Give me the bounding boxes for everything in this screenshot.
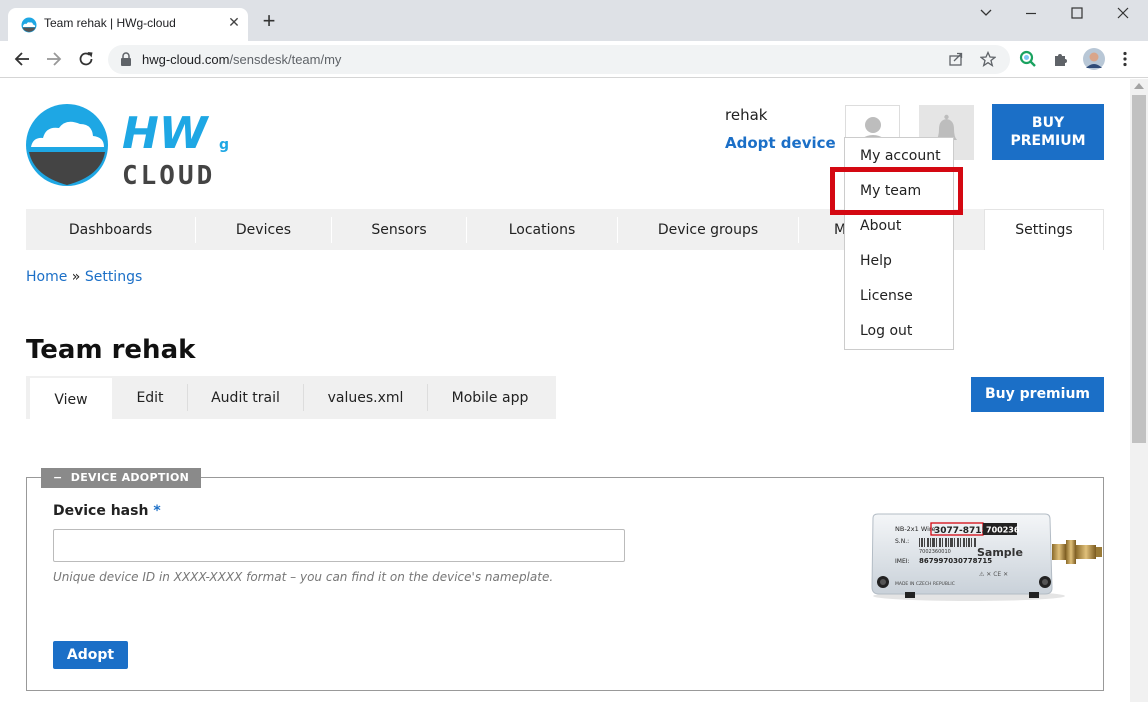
maximize-icon[interactable] — [1054, 0, 1100, 28]
browser-tab[interactable]: Team rehak | HWg-cloud ✕ — [8, 8, 248, 41]
device-hash-label: Device hash * — [53, 503, 161, 519]
tab-title: Team rehak | HWg-cloud — [44, 16, 176, 30]
menu-item-help[interactable]: Help — [860, 253, 892, 269]
sub-tabs: View Edit Audit trail values.xml Mobile … — [26, 376, 556, 419]
hwg-favicon-icon — [21, 17, 37, 33]
tab-values-xml[interactable]: values.xml — [304, 376, 427, 419]
tab-mobile-app[interactable]: Mobile app — [428, 376, 552, 419]
tab-view[interactable]: View — [28, 376, 114, 419]
required-marker: * — [153, 503, 161, 519]
profile-avatar-icon[interactable] — [1083, 48, 1105, 70]
share-icon[interactable] — [948, 51, 964, 67]
adopt-button[interactable]: Adopt — [53, 641, 128, 669]
tab-search-icon[interactable] — [964, 0, 1010, 28]
nav-sensors[interactable]: Sensors — [332, 209, 466, 250]
scroll-up-arrow-icon[interactable] — [1134, 83, 1144, 89]
breadcrumb-settings-link[interactable]: Settings — [85, 269, 142, 285]
device-adoption-fieldset: − DEVICE ADOPTION Device hash * Unique d… — [26, 468, 1104, 691]
device-id-text: 700236 — [986, 526, 1020, 535]
device-adoption-legend[interactable]: − DEVICE ADOPTION — [41, 468, 202, 488]
device-model-text: NB-2x1 Wire — [895, 525, 935, 533]
close-window-icon[interactable] — [1100, 0, 1146, 28]
nav-dashboards[interactable]: Dashboards — [26, 209, 195, 250]
device-sn-value: 7002360010 — [919, 549, 951, 555]
logo-hw-text: HW — [122, 108, 210, 159]
adopt-device-link[interactable]: Adopt device — [725, 134, 836, 152]
nav-locations[interactable]: Locations — [467, 209, 617, 250]
device-hash-help: Unique device ID in XXXX-XXXX format – y… — [53, 570, 554, 584]
device-sample-text: Sample — [977, 546, 1023, 559]
search-extension-icon[interactable] — [1019, 50, 1037, 68]
legend-title: DEVICE ADOPTION — [70, 471, 190, 484]
device-imei-label: IMEI: — [895, 558, 910, 565]
tab-edit[interactable]: Edit — [114, 376, 186, 419]
buy-premium-button[interactable]: BUY PREMIUM — [992, 104, 1104, 160]
breadcrumb-separator: » — [71, 269, 81, 285]
browser-toolbar: hwg-cloud.com/sensdesk/team/my — [0, 41, 1148, 78]
url-text[interactable]: hwg-cloud.com/sensdesk/team/my — [142, 52, 341, 67]
menu-item-license[interactable]: License — [860, 288, 913, 304]
device-hash-label-text: Device hash — [53, 503, 149, 519]
logo-cloud-text: CLOUD — [122, 161, 215, 186]
nav-device-groups[interactable]: Device groups — [618, 209, 798, 250]
collapse-toggle-icon[interactable]: − — [53, 471, 63, 484]
tab-close-icon[interactable]: ✕ — [226, 15, 242, 31]
lock-icon[interactable] — [120, 52, 132, 66]
menu-item-my-account[interactable]: My account — [860, 148, 941, 164]
browser-tabstrip: Team rehak | HWg-cloud ✕ + — [0, 0, 1148, 41]
scroll-thumb[interactable] — [1132, 95, 1146, 443]
nav-devices[interactable]: Devices — [196, 209, 331, 250]
breadcrumb-home-link[interactable]: Home — [26, 269, 67, 285]
breadcrumb: Home » Settings — [26, 269, 142, 285]
nav-settings[interactable]: Settings — [985, 210, 1103, 251]
menu-item-log-out[interactable]: Log out — [860, 323, 912, 339]
device-nameplate-image: NB-2x1 Wire 3077-8715 700236 S.N.: 70023… — [871, 513, 1102, 601]
username-label: rehak — [725, 106, 768, 124]
vertical-scrollbar[interactable] — [1130, 79, 1148, 702]
forward-icon[interactable] — [44, 49, 64, 69]
nav-separator — [798, 217, 799, 243]
device-hash-input[interactable] — [53, 529, 625, 562]
page-content: HW g CLOUD rehak Adopt device BUY PREMIU… — [0, 79, 1130, 702]
hwg-cloud-logo[interactable]: HW g CLOUD — [26, 104, 238, 186]
device-sn-label: S.N.: — [895, 538, 909, 545]
nav-settings-tab[interactable]: Settings — [984, 209, 1104, 250]
device-footer-text: MADE IN CZECH REPUBLIC — [895, 581, 955, 587]
highlight-annotation-box — [830, 167, 963, 215]
menu-item-about[interactable]: About — [860, 218, 901, 234]
reload-icon[interactable] — [76, 49, 96, 69]
new-tab-icon[interactable]: + — [258, 10, 280, 33]
tab-audit-trail[interactable]: Audit trail — [188, 376, 303, 419]
svg-text:⚠ ✕ CE ✕: ⚠ ✕ CE ✕ — [979, 571, 1008, 578]
extensions-puzzle-icon[interactable] — [1052, 50, 1070, 68]
address-bar[interactable]: hwg-cloud.com/sensdesk/team/my — [108, 45, 1010, 74]
logo-g-text: g — [219, 137, 229, 153]
minimize-icon[interactable] — [1008, 0, 1054, 28]
chrome-menu-icon[interactable] — [1116, 50, 1134, 68]
back-icon[interactable] — [12, 49, 32, 69]
bookmark-star-icon[interactable] — [980, 51, 996, 67]
page-title: Team rehak — [26, 335, 196, 365]
device-hash-text: 3077-8715 — [934, 526, 988, 536]
buy-premium-small-button[interactable]: Buy premium — [971, 377, 1104, 412]
